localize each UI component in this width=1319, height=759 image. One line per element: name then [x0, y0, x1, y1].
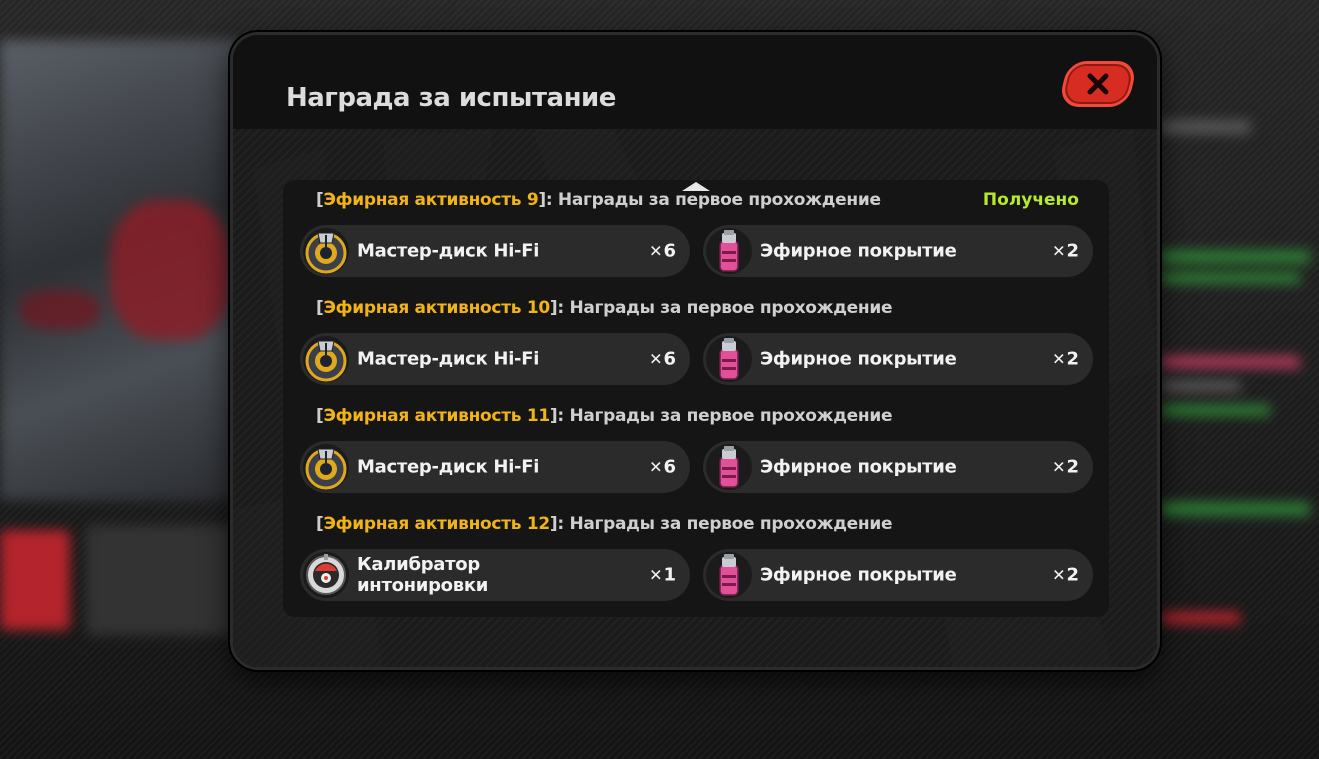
ether-coating-icon	[706, 228, 752, 274]
item-quantity: ✕2	[1052, 456, 1079, 478]
stage-name: Эфирная активность 10	[323, 298, 550, 318]
reward-group-header: [Эфирная активность 12]: Награды за перв…	[316, 514, 893, 534]
master-disk-hifi-icon	[303, 228, 349, 274]
close-button[interactable]	[1057, 61, 1139, 107]
item-quantity: ✕6	[649, 456, 676, 478]
background-tile	[86, 525, 236, 635]
item-name: Эфирное покрытие	[760, 456, 957, 478]
reward-group-header: [Эфирная активность 11]: Награды за перв…	[316, 406, 893, 426]
master-disk-hifi-icon	[303, 336, 349, 382]
item-name: Эфирное покрытие	[760, 240, 957, 262]
dialog-title: Награда за испытание	[286, 83, 616, 113]
background-bar	[1160, 380, 1240, 392]
background-bar	[1160, 404, 1270, 416]
background-bar	[1160, 272, 1300, 284]
reward-item[interactable]: Мастер-диск Hi-Fi ✕6	[300, 333, 690, 385]
item-name: Эфирное покрытие	[760, 564, 957, 586]
background-bar	[1160, 502, 1310, 516]
reward-item[interactable]: Эфирное покрытие ✕2	[703, 549, 1093, 601]
stage-name: Эфирная активность 11	[323, 406, 550, 426]
background-bar	[1160, 356, 1300, 368]
reward-group-header: [Эфирная активность 10]: Награды за перв…	[316, 298, 893, 318]
background-bar	[1160, 250, 1310, 264]
item-quantity: ✕2	[1052, 348, 1079, 370]
background-bar	[1160, 612, 1240, 624]
reward-list[interactable]: [Эфирная активность 9]: Награды за перво…	[283, 180, 1109, 617]
reward-item[interactable]: Мастер-диск Hi-Fi ✕6	[300, 225, 690, 277]
item-quantity: ✕2	[1052, 564, 1079, 586]
dialog-body: [Эфирная активность 9]: Награды за перво…	[233, 129, 1157, 667]
item-name: Мастер-диск Hi-Fi	[357, 240, 540, 262]
reward-item[interactable]: Калибратор интонировки ✕1	[300, 549, 690, 601]
ether-coating-icon	[706, 336, 752, 382]
stage-name: Эфирная активность 9	[323, 190, 539, 210]
background-art-accent	[110, 200, 230, 340]
item-quantity: ✕2	[1052, 240, 1079, 262]
item-quantity: ✕6	[649, 240, 676, 262]
scroll-up-indicator-icon[interactable]	[682, 182, 710, 191]
item-name: Мастер-диск Hi-Fi	[357, 456, 540, 478]
item-name: Калибратор интонировки	[357, 554, 489, 596]
intonation-calibrator-icon	[303, 552, 349, 598]
background-bar	[1160, 120, 1250, 134]
item-name: Эфирное покрытие	[760, 348, 957, 370]
ether-coating-icon	[706, 552, 752, 598]
dialog-header: Награда за испытание	[233, 35, 1157, 129]
background-art-accent	[20, 290, 100, 330]
reward-item[interactable]: Мастер-диск Hi-Fi ✕6	[300, 441, 690, 493]
reward-group-header: [Эфирная активность 9]: Награды за перво…	[316, 190, 881, 210]
close-icon	[1087, 73, 1109, 95]
stage-name: Эфирная активность 12	[323, 514, 550, 534]
challenge-reward-dialog: Награда за испытание [Эфирная активность…	[230, 32, 1160, 670]
background-tile	[0, 530, 70, 630]
reward-item[interactable]: Эфирное покрытие ✕2	[703, 441, 1093, 493]
master-disk-hifi-icon	[303, 444, 349, 490]
item-name: Мастер-диск Hi-Fi	[357, 348, 540, 370]
reward-item[interactable]: Эфирное покрытие ✕2	[703, 333, 1093, 385]
item-quantity: ✕6	[649, 348, 676, 370]
reward-item[interactable]: Эфирное покрытие ✕2	[703, 225, 1093, 277]
received-status: Получено	[982, 190, 1079, 210]
ether-coating-icon	[706, 444, 752, 490]
item-quantity: ✕1	[649, 564, 676, 586]
